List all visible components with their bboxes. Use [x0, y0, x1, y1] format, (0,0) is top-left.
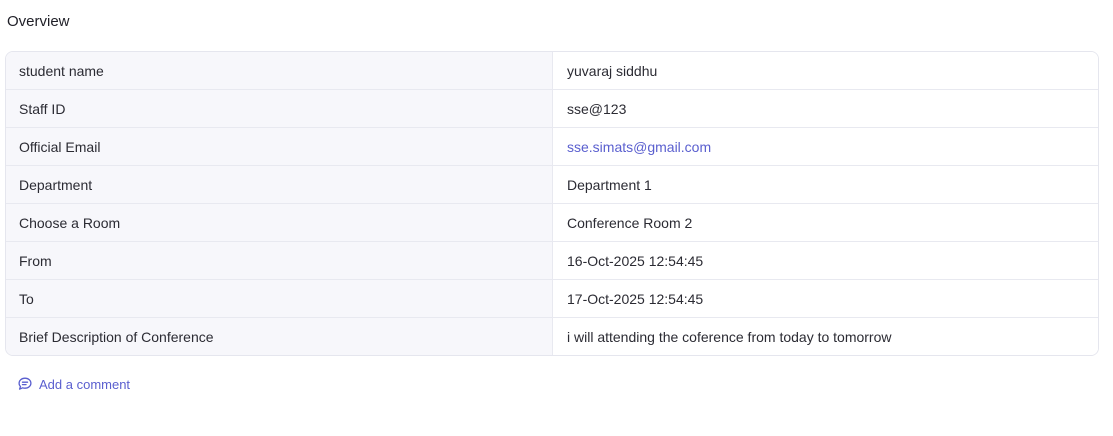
- table-row: From 16-Oct-2025 12:54:45: [6, 242, 1098, 280]
- table-row: student name yuvaraj siddhu: [6, 52, 1098, 90]
- field-label-official-email: Official Email: [6, 128, 553, 165]
- table-row: Brief Description of Conference i will a…: [6, 318, 1098, 355]
- table-row: Choose a Room Conference Room 2: [6, 204, 1098, 242]
- field-label-description: Brief Description of Conference: [6, 318, 553, 355]
- field-value-room: Conference Room 2: [553, 204, 1098, 241]
- table-row: Staff ID sse@123: [6, 90, 1098, 128]
- field-label-student-name: student name: [6, 52, 553, 89]
- field-label-to: To: [6, 280, 553, 317]
- table-row: Official Email sse.simats@gmail.com: [6, 128, 1098, 166]
- field-label-room: Choose a Room: [6, 204, 553, 241]
- add-comment-button[interactable]: Add a comment: [17, 376, 130, 392]
- field-label-department: Department: [6, 166, 553, 203]
- field-value-staff-id: sse@123: [553, 90, 1098, 127]
- field-value-from: 16-Oct-2025 12:54:45: [553, 242, 1098, 279]
- details-table: student name yuvaraj siddhu Staff ID sse…: [5, 51, 1099, 356]
- page: Overview student name yuvaraj siddhu Sta…: [0, 0, 1113, 436]
- field-value-department: Department 1: [553, 166, 1098, 203]
- field-label-from: From: [6, 242, 553, 279]
- field-value-student-name: yuvaraj siddhu: [553, 52, 1098, 89]
- table-row: Department Department 1: [6, 166, 1098, 204]
- table-row: To 17-Oct-2025 12:54:45: [6, 280, 1098, 318]
- field-label-staff-id: Staff ID: [6, 90, 553, 127]
- comment-icon: [17, 376, 33, 392]
- email-link[interactable]: sse.simats@gmail.com: [553, 128, 1098, 165]
- field-value-to: 17-Oct-2025 12:54:45: [553, 280, 1098, 317]
- add-comment-label: Add a comment: [39, 376, 131, 392]
- section-title: Overview: [7, 13, 70, 30]
- field-value-description: i will attending the coference from toda…: [553, 318, 1098, 355]
